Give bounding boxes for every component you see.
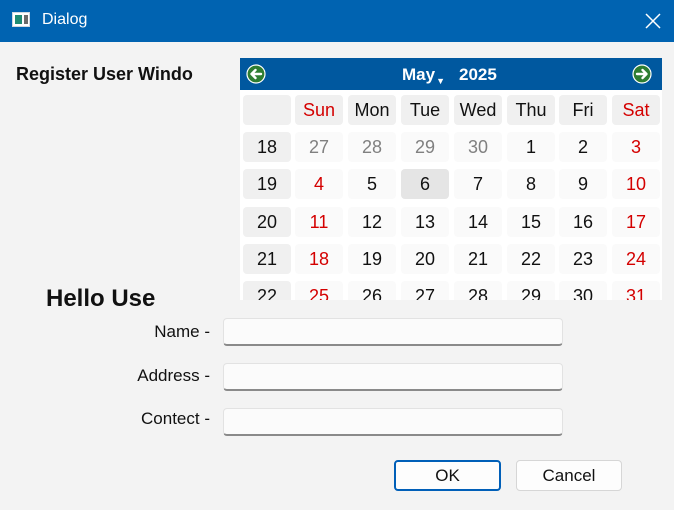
- week-number: 21: [243, 244, 291, 274]
- calendar-day-cell[interactable]: 22: [507, 244, 555, 274]
- calendar-day-cell[interactable]: 16: [559, 207, 607, 237]
- calendar-corner-cell: [243, 95, 291, 125]
- day-header-fri: Fri: [559, 95, 607, 125]
- contact-field[interactable]: [223, 408, 563, 436]
- week-number: 20: [243, 207, 291, 237]
- week-number: 18: [243, 132, 291, 162]
- title-bar: Dialog: [0, 0, 674, 42]
- name-field[interactable]: [223, 318, 563, 346]
- chevron-down-icon: ▼: [436, 76, 445, 86]
- calendar-day-cell[interactable]: 29: [401, 132, 449, 162]
- calendar-day-cell[interactable]: 2: [559, 132, 607, 162]
- week-number: 22: [243, 281, 291, 300]
- calendar-day-cell[interactable]: 23: [559, 244, 607, 274]
- ok-button[interactable]: OK: [394, 460, 501, 491]
- dialog-app-icon: [12, 12, 30, 27]
- day-header-tue: Tue: [401, 95, 449, 125]
- day-header-sat: Sat: [612, 95, 660, 125]
- previous-month-button[interactable]: [246, 64, 266, 84]
- day-header-sun: Sun: [295, 95, 343, 125]
- address-field[interactable]: [223, 363, 563, 391]
- calendar-day-cell[interactable]: 20: [401, 244, 449, 274]
- calendar-day-cell[interactable]: 25: [295, 281, 343, 300]
- calendar-day-cell[interactable]: 30: [559, 281, 607, 300]
- calendar-day-cell[interactable]: 28: [348, 132, 396, 162]
- calendar-day-cell[interactable]: 3: [612, 132, 660, 162]
- calendar-day-cell[interactable]: 5: [348, 169, 396, 199]
- calendar-day-cell[interactable]: 14: [454, 207, 502, 237]
- window-title: Dialog: [42, 11, 88, 28]
- contact-label: Contect -: [141, 409, 210, 428]
- calendar-day-cell[interactable]: 10: [612, 169, 660, 199]
- month-label: May: [402, 65, 436, 84]
- calendar-day-cell[interactable]: 18: [295, 244, 343, 274]
- calendar-day-cell[interactable]: 4: [295, 169, 343, 199]
- week-number: 19: [243, 169, 291, 199]
- arrow-left-icon: [246, 64, 266, 84]
- address-label: Address -: [137, 366, 210, 385]
- day-header-wed: Wed: [454, 95, 502, 125]
- calendar-day-cell[interactable]: 26: [348, 281, 396, 300]
- calendar-day-cell[interactable]: 28: [454, 281, 502, 300]
- calendar-day-cell[interactable]: 11: [295, 207, 343, 237]
- next-month-button[interactable]: [632, 64, 652, 84]
- day-header-mon: Mon: [348, 95, 396, 125]
- calendar-day-cell[interactable]: 31: [612, 281, 660, 300]
- day-header-thu: Thu: [507, 95, 555, 125]
- close-button[interactable]: [632, 0, 674, 42]
- calendar-day-cell[interactable]: 15: [507, 207, 555, 237]
- calendar-day-cell[interactable]: 19: [348, 244, 396, 274]
- calendar-day-cell[interactable]: 12: [348, 207, 396, 237]
- calendar-day-cell[interactable]: 24: [612, 244, 660, 274]
- cancel-button[interactable]: Cancel: [516, 460, 622, 491]
- calendar-widget[interactable]: May▼ 2025 Sun Mon Tue Wed Thu Fri Sat 18 27 28 29 3…: [240, 58, 662, 300]
- register-window-label: Register User Windo: [16, 64, 193, 84]
- name-label: Name -: [154, 322, 210, 341]
- calendar-day-cell[interactable]: 29: [507, 281, 555, 300]
- calendar-day-cell[interactable]: 27: [295, 132, 343, 162]
- greeting-label: Hello Use: [46, 285, 156, 312]
- calendar-day-cell[interactable]: 1: [507, 132, 555, 162]
- calendar-day-cell[interactable]: 13: [401, 207, 449, 237]
- calendar-day-cell[interactable]: 27: [401, 281, 449, 300]
- calendar-day-cell[interactable]: 21: [454, 244, 502, 274]
- calendar-day-cell[interactable]: 7: [454, 169, 502, 199]
- calendar-navigation-bar: May▼ 2025: [240, 58, 662, 90]
- close-icon: [645, 13, 661, 29]
- month-selector[interactable]: May▼: [402, 65, 445, 86]
- arrow-right-icon: [632, 64, 652, 84]
- year-selector[interactable]: 2025: [459, 65, 497, 85]
- calendar-day-cell[interactable]: 8: [507, 169, 555, 199]
- calendar-day-cell[interactable]: 17: [612, 207, 660, 237]
- calendar-day-cell[interactable]: 30: [454, 132, 502, 162]
- calendar-day-cell[interactable]: 6: [401, 169, 449, 199]
- calendar-day-cell[interactable]: 9: [559, 169, 607, 199]
